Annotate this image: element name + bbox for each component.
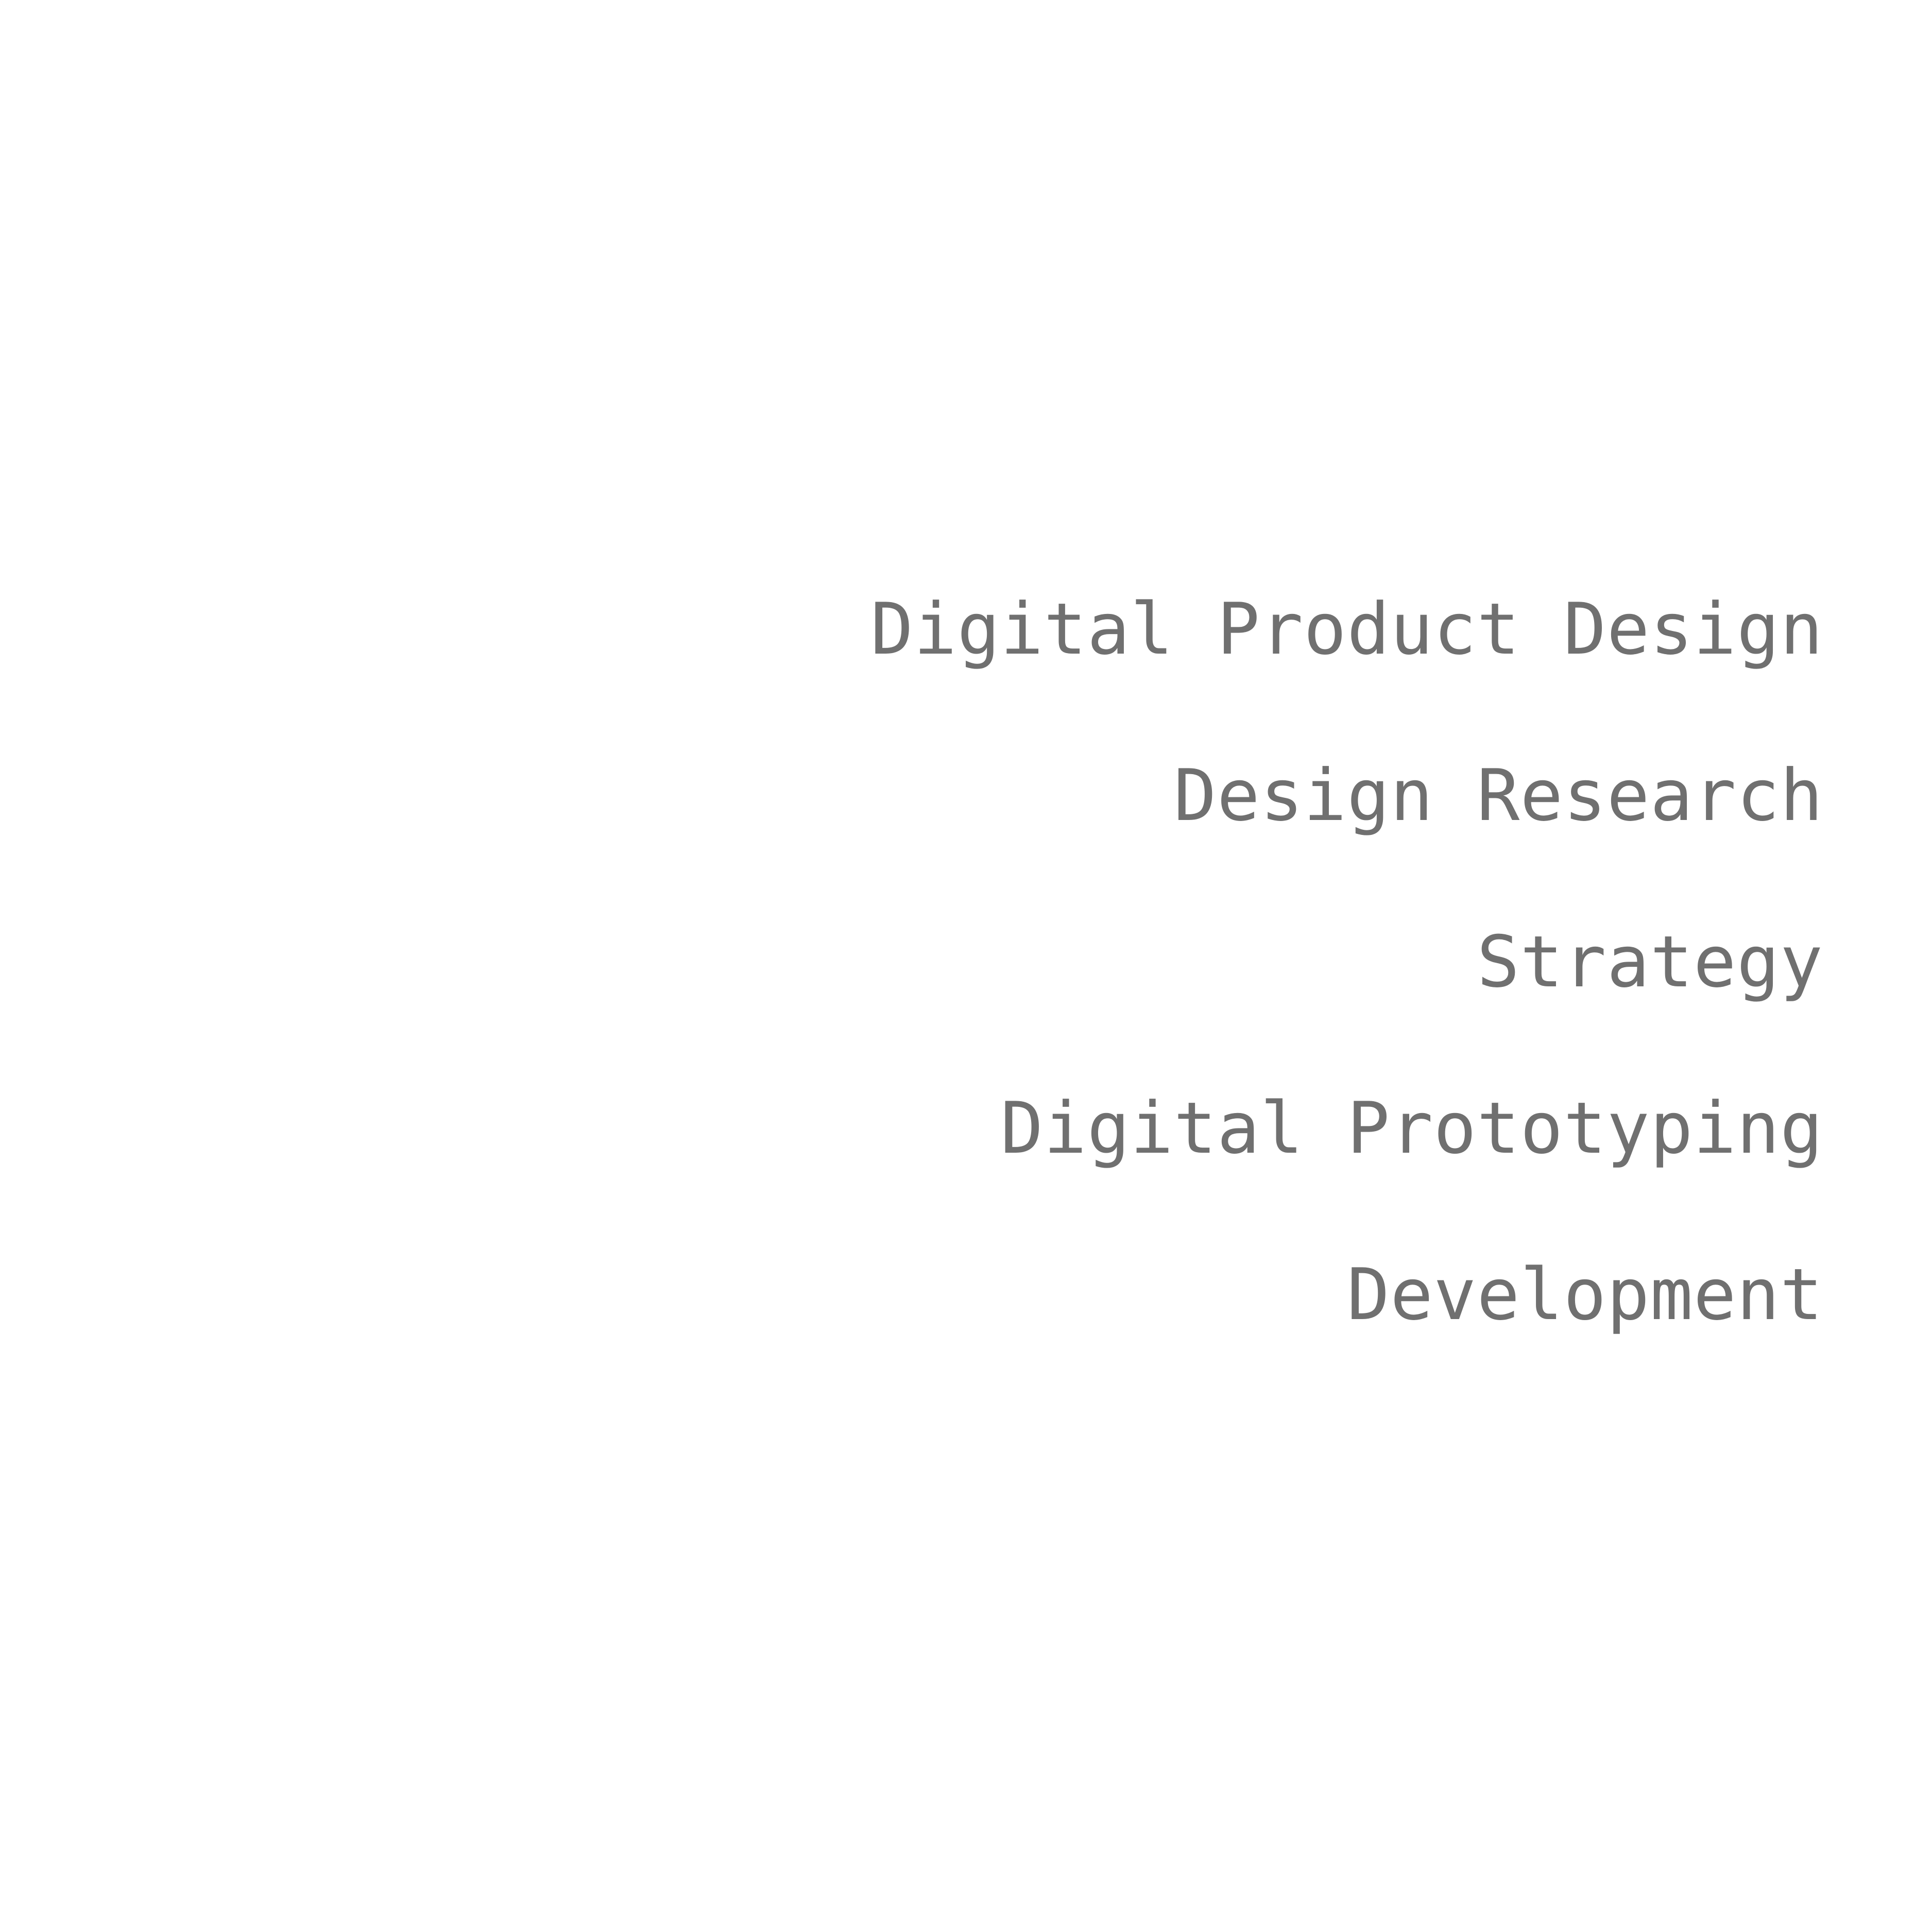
service-item-digital-product-design[interactable]: Digital Product Design [870,588,1823,671]
service-item-development[interactable]: Development [870,1254,1823,1336]
service-item-digital-prototyping[interactable]: Digital Prototyping [870,1087,1823,1170]
services-list: Digital Product Design Design Research S… [870,588,1823,1336]
page: { "colors": { "background": "#ffffff", "… [0,0,1932,1932]
service-item-strategy[interactable]: Strategy [870,921,1823,1003]
service-item-design-research[interactable]: Design Research [870,755,1823,837]
